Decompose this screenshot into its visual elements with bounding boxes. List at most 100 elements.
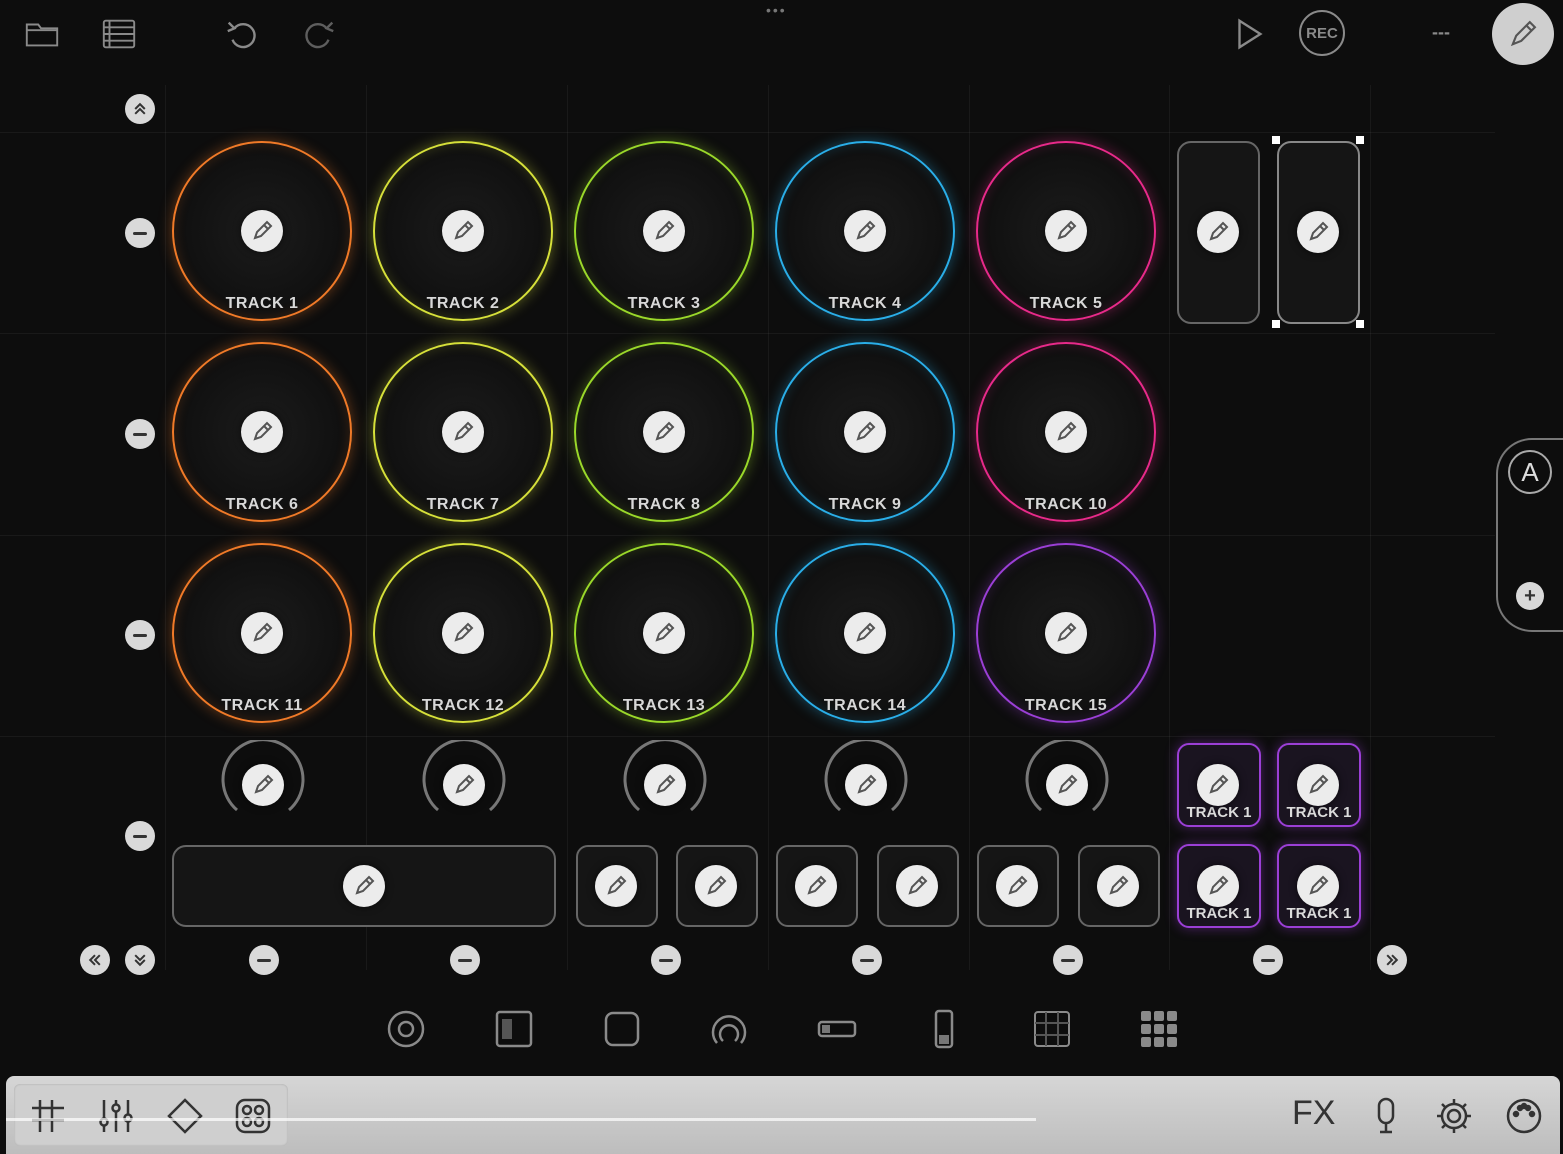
plus-icon: + bbox=[1524, 584, 1536, 607]
vertical-slider-icon[interactable] bbox=[922, 1007, 966, 1051]
edit-pencil-icon[interactable] bbox=[1297, 764, 1339, 806]
edit-pencil-icon[interactable] bbox=[1197, 211, 1239, 253]
pad-widget-icon[interactable] bbox=[384, 1007, 428, 1051]
edit-pencil-icon[interactable] bbox=[241, 612, 283, 654]
pad-label: TRACK 12 bbox=[421, 697, 505, 714]
pad-label: TRACK 13 bbox=[622, 697, 706, 714]
pad-label: TRACK 10 bbox=[1024, 496, 1108, 513]
edit-pencil-icon[interactable] bbox=[442, 612, 484, 654]
mixer-icon[interactable] bbox=[90, 1090, 142, 1142]
edit-pencil-icon[interactable] bbox=[241, 411, 283, 453]
selection-handle[interactable] bbox=[1356, 320, 1364, 328]
edit-pencil-icon[interactable] bbox=[643, 210, 685, 252]
col-3-remove-button[interactable] bbox=[651, 945, 681, 975]
edit-pencil-icon[interactable] bbox=[1046, 764, 1088, 806]
col-6-remove-button[interactable] bbox=[1253, 945, 1283, 975]
edit-pencil-icon[interactable] bbox=[844, 411, 886, 453]
settings-gear-icon[interactable] bbox=[1428, 1090, 1480, 1142]
add-scene-button[interactable]: + bbox=[1516, 582, 1544, 610]
edit-pencil-icon[interactable] bbox=[1045, 210, 1087, 252]
double-chevron-down-icon bbox=[134, 954, 146, 967]
edit-pencil-icon[interactable] bbox=[643, 612, 685, 654]
edit-pencil-icon[interactable] bbox=[1297, 865, 1339, 907]
col-5-remove-button[interactable] bbox=[1053, 945, 1083, 975]
edit-pencil-icon[interactable] bbox=[845, 764, 887, 806]
mini-pad-label: TRACK 1 bbox=[1186, 905, 1252, 922]
pad-label: TRACK 6 bbox=[225, 496, 299, 513]
double-chevron-up-icon bbox=[134, 102, 146, 115]
edit-pencil-icon[interactable] bbox=[242, 764, 284, 806]
double-chevron-left-icon bbox=[88, 954, 101, 966]
edit-pencil-icon[interactable] bbox=[595, 865, 637, 907]
fx-label: FX bbox=[1292, 1094, 1336, 1132]
record-button[interactable]: REC bbox=[1299, 10, 1345, 56]
mini-pad-label: TRACK 1 bbox=[1186, 804, 1252, 821]
mini-pad-label: TRACK 1 bbox=[1286, 905, 1352, 922]
row-1-remove-button[interactable] bbox=[125, 218, 155, 248]
edit-pencil-icon[interactable] bbox=[643, 411, 685, 453]
fx-button[interactable]: FX bbox=[1292, 1094, 1335, 1133]
more-label: --- bbox=[1432, 22, 1450, 42]
col-4-remove-button[interactable] bbox=[852, 945, 882, 975]
edit-pencil-icon[interactable] bbox=[443, 764, 485, 806]
record-label: REC bbox=[1306, 24, 1338, 42]
more-menu-button[interactable]: --- bbox=[1432, 22, 1450, 43]
edit-pencil-icon[interactable] bbox=[1197, 764, 1239, 806]
redo-icon[interactable] bbox=[297, 12, 341, 56]
folder-icon[interactable] bbox=[20, 12, 64, 56]
edit-pencil-icon[interactable] bbox=[442, 411, 484, 453]
col-1-remove-button[interactable] bbox=[249, 945, 279, 975]
midi-icon[interactable] bbox=[1498, 1090, 1550, 1142]
scroll-up-button[interactable] bbox=[125, 94, 155, 124]
row-3-remove-button[interactable] bbox=[125, 620, 155, 650]
edit-pencil-icon[interactable] bbox=[1297, 211, 1339, 253]
scroll-left-button[interactable] bbox=[80, 945, 110, 975]
pad-label: TRACK 8 bbox=[627, 496, 701, 513]
edit-pencil-icon[interactable] bbox=[896, 865, 938, 907]
selection-handle[interactable] bbox=[1272, 320, 1280, 328]
xy-pad-widget-icon[interactable] bbox=[1030, 1007, 1074, 1051]
edit-pencil-icon[interactable] bbox=[695, 865, 737, 907]
progress-track bbox=[6, 1118, 1036, 1121]
pad-label: TRACK 2 bbox=[426, 295, 500, 312]
edit-pencil-icon[interactable] bbox=[1097, 865, 1139, 907]
play-icon[interactable] bbox=[1227, 12, 1271, 56]
pad-label: TRACK 11 bbox=[221, 697, 303, 714]
edit-pencil-icon[interactable] bbox=[795, 865, 837, 907]
edit-pencil-icon[interactable] bbox=[1045, 411, 1087, 453]
sequencer-widget-icon[interactable] bbox=[492, 1007, 536, 1051]
edit-pencil-icon[interactable] bbox=[1197, 865, 1239, 907]
microphone-icon[interactable] bbox=[1360, 1090, 1412, 1142]
edit-pencil-icon[interactable] bbox=[442, 210, 484, 252]
scroll-down-button[interactable] bbox=[125, 945, 155, 975]
horizontal-slider-icon[interactable] bbox=[815, 1007, 859, 1051]
scene-a-button[interactable]: A bbox=[1508, 450, 1552, 494]
edit-pencil-icon[interactable] bbox=[1045, 612, 1087, 654]
mini-pad-label: TRACK 1 bbox=[1286, 804, 1352, 821]
edit-pencil-icon[interactable] bbox=[996, 865, 1038, 907]
edit-pencil-icon[interactable] bbox=[844, 210, 886, 252]
controller-icon[interactable] bbox=[227, 1090, 279, 1142]
selection-handle[interactable] bbox=[1272, 136, 1280, 144]
col-2-remove-button[interactable] bbox=[450, 945, 480, 975]
edit-mode-button[interactable] bbox=[1492, 3, 1554, 65]
edit-pencil-icon[interactable] bbox=[844, 612, 886, 654]
drag-handle-icon[interactable]: ••• bbox=[766, 2, 787, 18]
grid-widget-icon[interactable] bbox=[1137, 1007, 1181, 1051]
edit-pencil-icon[interactable] bbox=[644, 764, 686, 806]
row-4-remove-button[interactable] bbox=[125, 821, 155, 851]
list-icon[interactable] bbox=[97, 12, 141, 56]
pad-label: TRACK 9 bbox=[828, 496, 902, 513]
edit-pencil-icon[interactable] bbox=[241, 210, 283, 252]
scene-letter: A bbox=[1521, 456, 1539, 487]
pad-label: TRACK 1 bbox=[225, 295, 299, 312]
button-widget-icon[interactable] bbox=[600, 1007, 644, 1051]
mapping-icon[interactable] bbox=[159, 1090, 211, 1142]
grid-view-icon[interactable] bbox=[22, 1090, 74, 1142]
edit-pencil-icon[interactable] bbox=[343, 865, 385, 907]
selection-handle[interactable] bbox=[1356, 136, 1364, 144]
undo-icon[interactable] bbox=[220, 12, 264, 56]
row-2-remove-button[interactable] bbox=[125, 419, 155, 449]
knob-widget-icon[interactable] bbox=[707, 1007, 751, 1051]
scroll-right-button[interactable] bbox=[1377, 945, 1407, 975]
